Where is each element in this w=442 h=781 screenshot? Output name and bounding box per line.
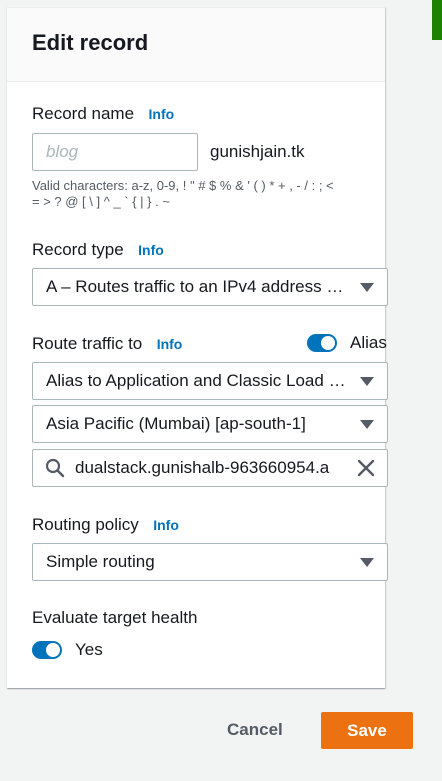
search-value: dualstack.gunishalb-963660954.a xyxy=(75,458,330,477)
panel-header: Edit record xyxy=(7,8,385,82)
route-traffic-label: Route traffic to xyxy=(32,334,143,353)
record-name-hint-line2: = > ? @ [ \ ] ^ _ ` { | } . ~ xyxy=(32,194,170,209)
record-name-placeholder: blog xyxy=(46,142,79,161)
record-type-select[interactable]: A – Routes traffic to an IPv4 address an… xyxy=(32,268,388,306)
routing-policy-value: Simple routing xyxy=(46,552,155,571)
record-name-label: Record name xyxy=(32,104,135,123)
save-button[interactable]: Save xyxy=(321,712,413,749)
record-name-hint-line1: Valid characters: a-z, 0-9, ! " # $ % & … xyxy=(32,178,334,193)
record-name-label-row: Record name Info xyxy=(32,104,174,124)
record-name-hint: Valid characters: a-z, 0-9, ! " # $ % & … xyxy=(32,178,372,210)
clear-icon[interactable] xyxy=(357,459,375,477)
alias-toggle-label: Alias xyxy=(350,333,387,352)
routing-policy-info-link[interactable]: Info xyxy=(153,517,179,533)
record-type-info-link[interactable]: Info xyxy=(138,242,164,258)
endpoint-select[interactable]: Alias to Application and Classic Load Ba… xyxy=(32,362,388,400)
edit-record-panel: Edit record Record name Info blog gunish… xyxy=(7,7,388,688)
route-traffic-info-link[interactable]: Info xyxy=(157,336,183,352)
corner-accent xyxy=(432,0,442,40)
record-type-label-row: Record type Info xyxy=(32,240,164,260)
routing-policy-select[interactable]: Simple routing xyxy=(32,543,388,581)
load-balancer-search-input[interactable]: dualstack.gunishalb-963660954.a xyxy=(32,449,388,487)
chevron-down-icon xyxy=(360,376,374,386)
record-type-value: A – Routes traffic to an IPv4 address an… xyxy=(46,277,350,296)
evaluate-health-toggle[interactable] xyxy=(32,641,62,659)
evaluate-health-toggle-label: Yes xyxy=(75,640,103,659)
record-type-label: Record type xyxy=(32,240,124,259)
route-traffic-label-row: Route traffic to Info xyxy=(32,334,182,354)
chevron-down-icon xyxy=(360,557,374,567)
record-name-info-link[interactable]: Info xyxy=(149,106,175,122)
alias-toggle[interactable] xyxy=(307,334,337,352)
evaluate-health-label: Evaluate target health xyxy=(32,608,198,627)
routing-policy-label: Routing policy xyxy=(32,515,139,534)
record-name-input[interactable]: blog xyxy=(32,133,198,171)
alias-toggle-group: Alias xyxy=(307,333,387,353)
region-value: Asia Pacific (Mumbai) [ap-south-1] xyxy=(46,414,306,433)
evaluate-health-toggle-group: Yes xyxy=(32,640,103,660)
search-icon xyxy=(45,458,65,478)
routing-policy-label-row: Routing policy Info xyxy=(32,515,179,535)
domain-suffix: gunishjain.tk xyxy=(210,142,305,161)
chevron-down-icon xyxy=(360,282,374,292)
endpoint-value: Alias to Application and Classic Load Ba… xyxy=(46,371,350,390)
region-select[interactable]: Asia Pacific (Mumbai) [ap-south-1] xyxy=(32,405,388,443)
chevron-down-icon xyxy=(360,419,374,429)
page-title: Edit record xyxy=(32,30,149,55)
cancel-button[interactable]: Cancel xyxy=(227,720,283,740)
